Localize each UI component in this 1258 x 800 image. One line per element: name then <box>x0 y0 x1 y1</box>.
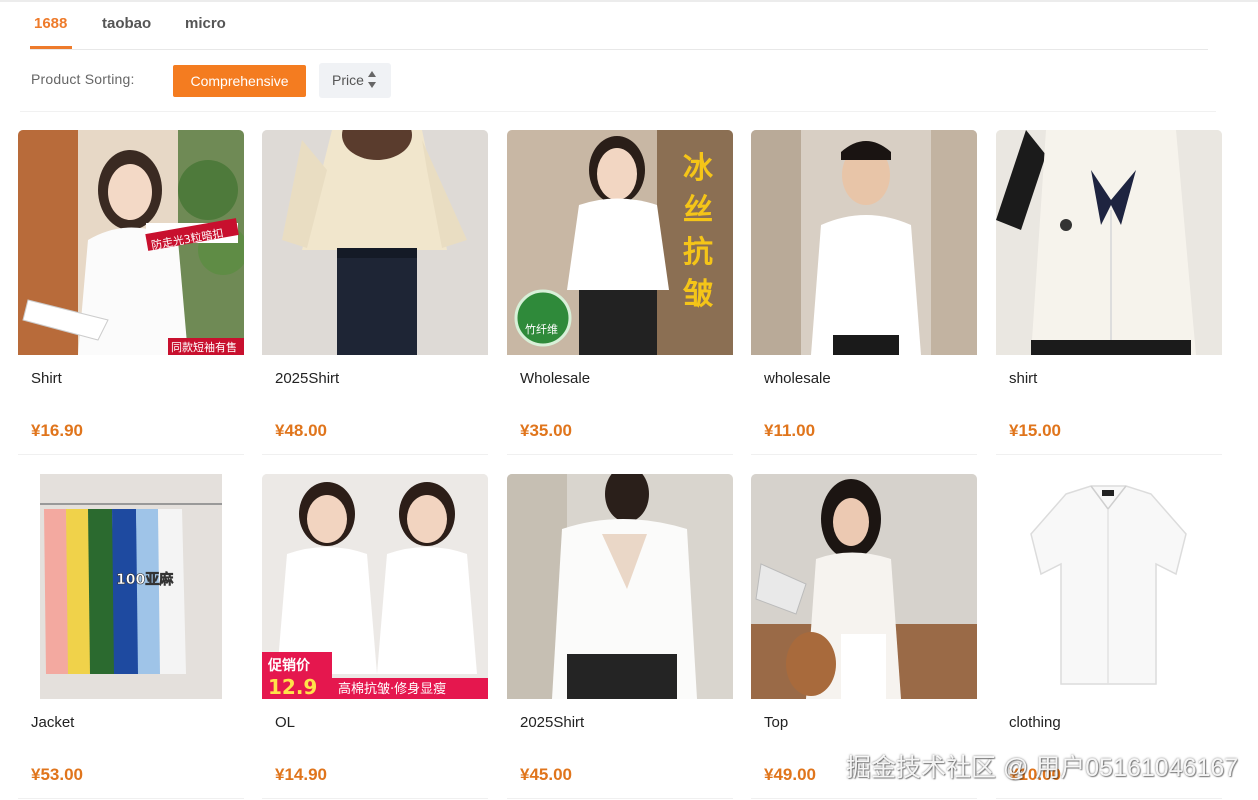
product-card[interactable]: 防走光3粒暗扣 同款短袖有售 Shirt ¥16.90 <box>18 130 244 456</box>
product-price: ¥11.00 <box>764 421 816 440</box>
product-card[interactable]: 冰 丝 抗 皱 竹纤维 Wholesale ¥35.00 <box>507 130 733 456</box>
product-title[interactable]: 2025Shirt <box>520 714 584 731</box>
product-image <box>507 474 733 699</box>
overlay-text: 100亚麻 <box>116 571 174 588</box>
product-card[interactable]: shirt ¥15.00 <box>996 130 1222 456</box>
tab-taobao[interactable]: taobao <box>102 15 151 32</box>
product-image: 促销价 12.9 高棉抗皱·修身显瘦 <box>262 474 488 699</box>
tab-1688[interactable]: 1688 <box>34 15 67 32</box>
active-tab-indicator <box>30 46 72 49</box>
product-title[interactable]: Top <box>764 714 788 731</box>
watermark: 掘金技术社区 @ 用户05161046167 <box>846 754 1239 782</box>
sort-arrows-icon <box>368 71 378 91</box>
product-image <box>996 474 1222 699</box>
product-title[interactable]: wholesale <box>764 370 831 387</box>
product-image: 防走光3粒暗扣 同款短袖有售 <box>18 130 244 355</box>
product-price: ¥35.00 <box>520 421 572 440</box>
product-price: ¥48.00 <box>275 421 327 440</box>
product-title[interactable]: clothing <box>1009 714 1061 731</box>
product-card[interactable]: 2025Shirt ¥48.00 <box>262 130 488 456</box>
product-image: 冰 丝 抗 皱 竹纤维 <box>507 130 733 355</box>
overlay-text: 高棉抗皱·修身显瘦 <box>338 681 446 697</box>
overlay-text: 竹纤维 <box>525 322 558 336</box>
product-image <box>751 130 977 355</box>
product-card[interactable]: 促销价 12.9 高棉抗皱·修身显瘦 OL ¥14.90 <box>262 474 488 800</box>
sort-price-button[interactable]: Price <box>319 63 391 98</box>
badge-text: 同款短袖有售 <box>171 340 237 354</box>
sort-label: Product Sorting: <box>31 71 135 87</box>
overlay-text: 冰 <box>683 151 714 186</box>
product-image <box>996 130 1222 355</box>
product-price: ¥15.00 <box>1009 421 1061 440</box>
tab-micro[interactable]: micro <box>185 15 226 32</box>
product-title[interactable]: Jacket <box>31 714 74 731</box>
product-price: ¥49.00 <box>764 765 816 784</box>
product-card[interactable]: 100亚麻 Jacket ¥53.00 <box>18 474 244 800</box>
sort-bar: Product Sorting: Comprehensive Price <box>20 50 1216 112</box>
product-title[interactable]: OL <box>275 714 295 731</box>
overlay-text: 抗 <box>683 235 713 270</box>
product-title[interactable]: Wholesale <box>520 370 590 387</box>
product-image <box>262 130 488 355</box>
product-image <box>751 474 977 699</box>
product-title[interactable]: Shirt <box>31 370 62 387</box>
source-tabs: 1688 taobao micro <box>30 0 1208 50</box>
overlay-text: 促销价 <box>267 657 311 674</box>
product-price: ¥45.00 <box>520 765 572 784</box>
product-price: ¥14.90 <box>275 765 327 784</box>
product-image: 100亚麻 <box>18 474 244 699</box>
sort-price-label: Price <box>332 72 364 88</box>
product-title[interactable]: 2025Shirt <box>275 370 339 387</box>
overlay-text: 丝 <box>683 193 713 228</box>
product-card[interactable]: wholesale ¥11.00 <box>751 130 977 456</box>
product-price: ¥16.90 <box>31 421 83 440</box>
product-price: ¥53.00 <box>31 765 83 784</box>
product-title[interactable]: shirt <box>1009 370 1037 387</box>
sort-comprehensive-button[interactable]: Comprehensive <box>173 65 306 97</box>
product-card[interactable]: 2025Shirt ¥45.00 <box>507 474 733 800</box>
overlay-text: 皱 <box>682 277 714 312</box>
overlay-text: 12.9 <box>268 675 317 699</box>
